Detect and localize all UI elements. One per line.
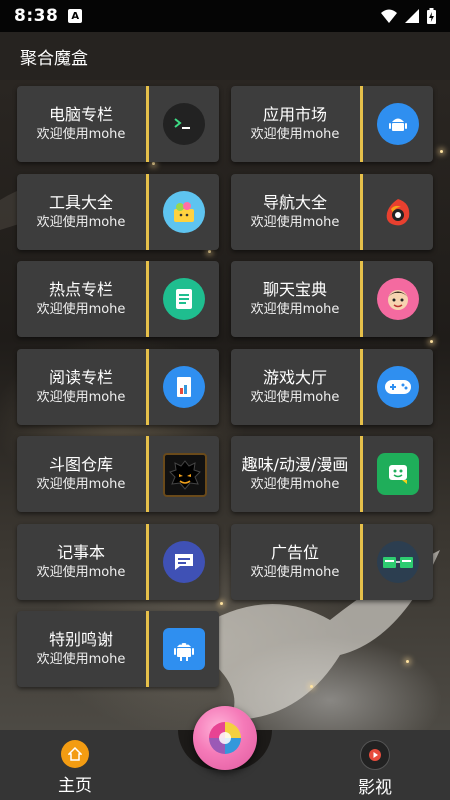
card-title: 热点专栏: [48, 280, 113, 299]
card-divider: [360, 261, 363, 337]
ad-cards-icon: [377, 541, 419, 583]
card-subtitle: 欢迎使用mohe: [250, 127, 340, 142]
status-time: 8:38: [14, 6, 59, 26]
card-divider: [146, 611, 149, 687]
home-icon: [61, 740, 89, 768]
card-subtitle: 欢迎使用mohe: [36, 390, 126, 405]
android-robot-icon: [377, 103, 419, 145]
card-game-hall[interactable]: 游戏大厅欢迎使用mohe: [231, 349, 433, 425]
page-title: 聚合魔盒: [20, 48, 88, 69]
status-icons: [381, 8, 436, 24]
card-divider: [146, 524, 149, 600]
card-title: 导航大全: [262, 193, 327, 212]
card-navigation[interactable]: 导航大全欢迎使用mohe: [231, 174, 433, 250]
card-subtitle: 欢迎使用mohe: [36, 215, 126, 230]
nav-home[interactable]: 主页: [35, 740, 115, 796]
monster-icon: [163, 453, 207, 497]
card-title: 工具大全: [48, 193, 113, 212]
card-subtitle: 欢迎使用mohe: [36, 477, 126, 492]
card-divider: [360, 436, 363, 512]
card-divider: [146, 174, 149, 250]
notes-icon: [163, 278, 205, 320]
nav-video[interactable]: 影视: [335, 740, 415, 798]
card-subtitle: 欢迎使用mohe: [250, 565, 340, 580]
cartoon-face-icon: [377, 278, 419, 320]
card-title: 斗图仓库: [48, 455, 113, 474]
wifi-icon: [381, 9, 397, 23]
card-subtitle: 欢迎使用mohe: [250, 215, 340, 230]
gamepad-icon: [377, 366, 419, 408]
card-subtitle: 欢迎使用mohe: [36, 302, 126, 317]
card-notepad[interactable]: 记事本欢迎使用mohe: [17, 524, 219, 600]
card-title: 聊天宝典: [262, 280, 327, 299]
card-divider: [146, 436, 149, 512]
android-app-icon: [163, 628, 205, 670]
card-title: 特别鸣谢: [48, 630, 113, 649]
card-subtitle: 欢迎使用mohe: [36, 652, 126, 667]
card-title: 广告位: [270, 543, 319, 562]
card-ad-slot[interactable]: 广告位欢迎使用mohe: [231, 524, 433, 600]
card-title: 电脑专栏: [48, 105, 113, 124]
card-title: 阅读专栏: [48, 368, 113, 387]
card-anime-comics[interactable]: 趣味/动漫/漫画欢迎使用mohe: [231, 436, 433, 512]
card-subtitle: 欢迎使用mohe: [250, 390, 340, 405]
card-computer[interactable]: 电脑专栏欢迎使用mohe: [17, 86, 219, 162]
card-meme-store[interactable]: 斗图仓库欢迎使用mohe: [17, 436, 219, 512]
card-hot-topics[interactable]: 热点专栏欢迎使用mohe: [17, 261, 219, 337]
card-subtitle: 欢迎使用mohe: [36, 127, 126, 142]
card-title: 游戏大厅: [262, 368, 327, 387]
nav-video-label: 影视: [358, 778, 392, 798]
smiley-chat-icon: [377, 453, 419, 495]
card-subtitle: 欢迎使用mohe: [250, 477, 340, 492]
weibo-bird-icon: [377, 191, 419, 233]
card-reading[interactable]: 阅读专栏欢迎使用mohe: [17, 349, 219, 425]
nav-home-label: 主页: [58, 776, 92, 796]
card-title: 趣味/动漫/漫画: [241, 455, 349, 474]
play-icon: [360, 740, 390, 770]
card-divider: [146, 86, 149, 162]
card-divider: [360, 524, 363, 600]
signal-icon: [405, 9, 419, 23]
card-divider: [360, 86, 363, 162]
center-fab-button[interactable]: [193, 706, 257, 770]
message-icon: [163, 541, 205, 583]
swirl-logo-icon: [209, 722, 241, 754]
card-divider: [360, 349, 363, 425]
notification-icon: A: [68, 9, 83, 23]
card-app-market[interactable]: 应用市场欢迎使用mohe: [231, 86, 433, 162]
status-bar: 8:38 A: [0, 0, 450, 32]
card-special-thanks[interactable]: 特别鸣谢欢迎使用mohe: [17, 611, 219, 687]
shopping-bag-icon: [163, 191, 205, 233]
card-title: 应用市场: [262, 105, 327, 124]
app-bar: 聚合魔盒: [0, 32, 450, 80]
card-divider: [360, 174, 363, 250]
book-icon: [163, 366, 205, 408]
card-divider: [146, 349, 149, 425]
card-subtitle: 欢迎使用mohe: [36, 565, 126, 580]
battery-icon: [427, 8, 436, 24]
card-tools[interactable]: 工具大全欢迎使用mohe: [17, 174, 219, 250]
card-chat[interactable]: 聊天宝典欢迎使用mohe: [231, 261, 433, 337]
card-divider: [146, 261, 149, 337]
card-title: 记事本: [56, 543, 105, 562]
card-subtitle: 欢迎使用mohe: [250, 302, 340, 317]
terminal-icon: [163, 103, 205, 145]
